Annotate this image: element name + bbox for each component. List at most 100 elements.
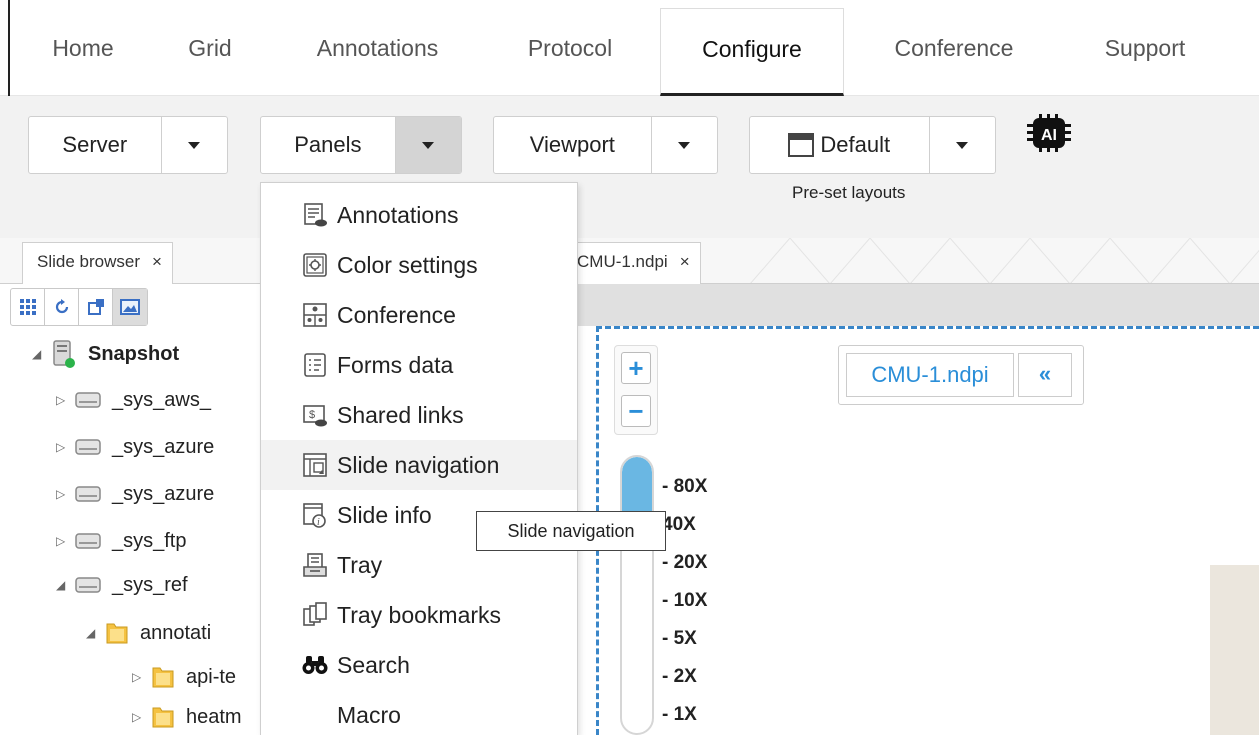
- tree-node[interactable]: ▷ _sys_azure: [56, 427, 214, 467]
- macro-icon-placeholder: [301, 701, 329, 729]
- zoom-slider[interactable]: [620, 455, 654, 735]
- menu-item-tray-bookmarks[interactable]: Tray bookmarks: [261, 590, 577, 640]
- tree-node[interactable]: ▷ _sys_ftp: [56, 521, 186, 561]
- collapsed-arrow-icon[interactable]: ▷: [56, 534, 74, 548]
- chevron-down-icon: [956, 141, 969, 149]
- tray-icon: [303, 553, 327, 577]
- tree-node-label: _sys_ref: [112, 573, 188, 596]
- drive-icon: [75, 439, 101, 455]
- binoculars-icon: [302, 656, 328, 674]
- zoom-in-button[interactable]: +: [621, 352, 651, 384]
- slide-browser-toolbar: [10, 288, 148, 326]
- menu-item-label: Macro: [337, 701, 401, 728]
- tab-annotations[interactable]: Annotations: [290, 8, 465, 96]
- tab-conference[interactable]: Conference: [868, 8, 1040, 96]
- panels-split-button: Panels: [260, 116, 462, 174]
- tree-node[interactable]: ◢ _sys_ref: [56, 565, 188, 605]
- zoom-out-button[interactable]: −: [621, 395, 651, 427]
- dock-tab-viewer[interactable]: CMU-1.ndpi ×: [568, 242, 701, 284]
- layout-dropdown-button[interactable]: [930, 117, 995, 173]
- server-dropdown-button[interactable]: [162, 117, 227, 173]
- tab-protocol[interactable]: Protocol: [505, 8, 635, 96]
- collapsed-arrow-icon[interactable]: ▷: [132, 670, 150, 684]
- slide-image[interactable]: [1210, 565, 1259, 735]
- menu-item-color-settings[interactable]: Color settings: [261, 240, 577, 290]
- panels-dropdown-menu: Annotations Color settings Conference Fo…: [260, 182, 578, 735]
- grid-icon: [19, 299, 36, 315]
- folder-icon: [152, 667, 174, 688]
- zoom-level-label[interactable]: - 20X: [662, 552, 707, 574]
- zoom-level-label[interactable]: 40X: [662, 514, 696, 536]
- zoom-level-label[interactable]: - 80X: [662, 476, 707, 498]
- shared-links-icon: $: [303, 405, 327, 427]
- grid-view-button[interactable]: [11, 289, 45, 325]
- viewport-button[interactable]: Viewport: [494, 117, 652, 173]
- default-layout-button[interactable]: Default: [750, 117, 930, 173]
- menu-item-label: Color settings: [337, 251, 478, 278]
- tab-configure[interactable]: Configure: [660, 8, 844, 96]
- collapse-button[interactable]: «: [1018, 353, 1072, 397]
- menu-item-label: Conference: [337, 301, 456, 328]
- panels-button[interactable]: Panels: [261, 117, 396, 173]
- menu-item-label: Forms data: [337, 351, 454, 378]
- tab-grid[interactable]: Grid: [170, 8, 250, 96]
- collapsed-arrow-icon[interactable]: ▷: [56, 440, 74, 454]
- viewport-dropdown-button[interactable]: [652, 117, 717, 173]
- menu-item-label: Slide info: [337, 501, 432, 528]
- menu-item-macro[interactable]: Macro: [261, 690, 577, 735]
- tab-support[interactable]: Support: [1080, 8, 1210, 96]
- preset-layouts-caption: Pre-set layouts: [792, 183, 906, 202]
- server-split-button: Server: [28, 116, 228, 174]
- dock-tab-label: CMU-1.ndpi: [577, 252, 668, 271]
- collapsed-arrow-icon[interactable]: ▷: [56, 487, 74, 501]
- tree-node[interactable]: ▷ _sys_aws_: [56, 380, 211, 420]
- menu-item-conference[interactable]: Conference: [261, 290, 577, 340]
- tray-bookmarks-icon: [303, 602, 327, 626]
- menu-item-label: Shared links: [337, 401, 464, 428]
- tree-node-label: Snapshot: [88, 342, 180, 365]
- default-layout-label: Default: [820, 132, 891, 157]
- zoom-level-label[interactable]: - 2X: [662, 666, 697, 688]
- expanded-arrow-icon[interactable]: ◢: [56, 578, 74, 592]
- slide-filename[interactable]: CMU-1.ndpi: [846, 353, 1014, 397]
- tree-node[interactable]: ▷ api-te: [132, 657, 236, 697]
- menu-item-slide-navigation[interactable]: Slide navigation: [261, 440, 577, 490]
- zoom-level-label[interactable]: - 10X: [662, 590, 707, 612]
- conference-icon: [303, 303, 327, 327]
- expanded-arrow-icon[interactable]: ◢: [86, 626, 104, 640]
- zoom-level-label[interactable]: - 1X: [662, 704, 697, 726]
- viewport-split-button: Viewport: [493, 116, 718, 174]
- expanded-arrow-icon[interactable]: ◢: [32, 347, 50, 361]
- menu-item-search[interactable]: Search: [261, 640, 577, 690]
- refresh-button[interactable]: [45, 289, 79, 325]
- tab-home[interactable]: Home: [38, 8, 128, 96]
- tree-node-label: heatm: [186, 705, 242, 728]
- panels-dropdown-button[interactable]: [395, 117, 461, 173]
- folder-icon: [152, 707, 174, 728]
- menu-item-forms-data[interactable]: Forms data: [261, 340, 577, 390]
- tree-node[interactable]: ▷ heatm: [132, 697, 242, 735]
- collapsed-arrow-icon[interactable]: ▷: [56, 393, 74, 407]
- layout-split-button: Default: [749, 116, 996, 174]
- thumbnail-view-button[interactable]: [113, 289, 147, 325]
- menu-item-shared-links[interactable]: $ Shared links: [261, 390, 577, 440]
- collapsed-arrow-icon[interactable]: ▷: [132, 710, 150, 724]
- menu-item-annotations[interactable]: Annotations: [261, 190, 577, 240]
- tree-node-root[interactable]: ◢ Snapshot: [32, 334, 179, 374]
- viewer-header: [578, 284, 1259, 326]
- tree-node[interactable]: ◢ annotati: [86, 613, 211, 653]
- open-external-button[interactable]: [79, 289, 113, 325]
- menu-item-label: Search: [337, 651, 410, 678]
- folder-icon: [106, 623, 128, 644]
- tree-node[interactable]: ▷ _sys_azure: [56, 474, 214, 514]
- close-icon[interactable]: ×: [152, 252, 162, 271]
- zoom-level-label[interactable]: - 5X: [662, 628, 697, 650]
- server-button[interactable]: Server: [29, 117, 162, 173]
- dock-tab-slide-browser[interactable]: Slide browser ×: [22, 242, 173, 284]
- ai-chip-icon[interactable]: AI: [1027, 114, 1071, 152]
- forms-icon: [304, 353, 326, 377]
- drive-icon: [75, 577, 101, 593]
- svg-text:i: i: [317, 517, 320, 528]
- close-icon[interactable]: ×: [680, 252, 690, 271]
- tree-node-label: api-te: [186, 665, 237, 688]
